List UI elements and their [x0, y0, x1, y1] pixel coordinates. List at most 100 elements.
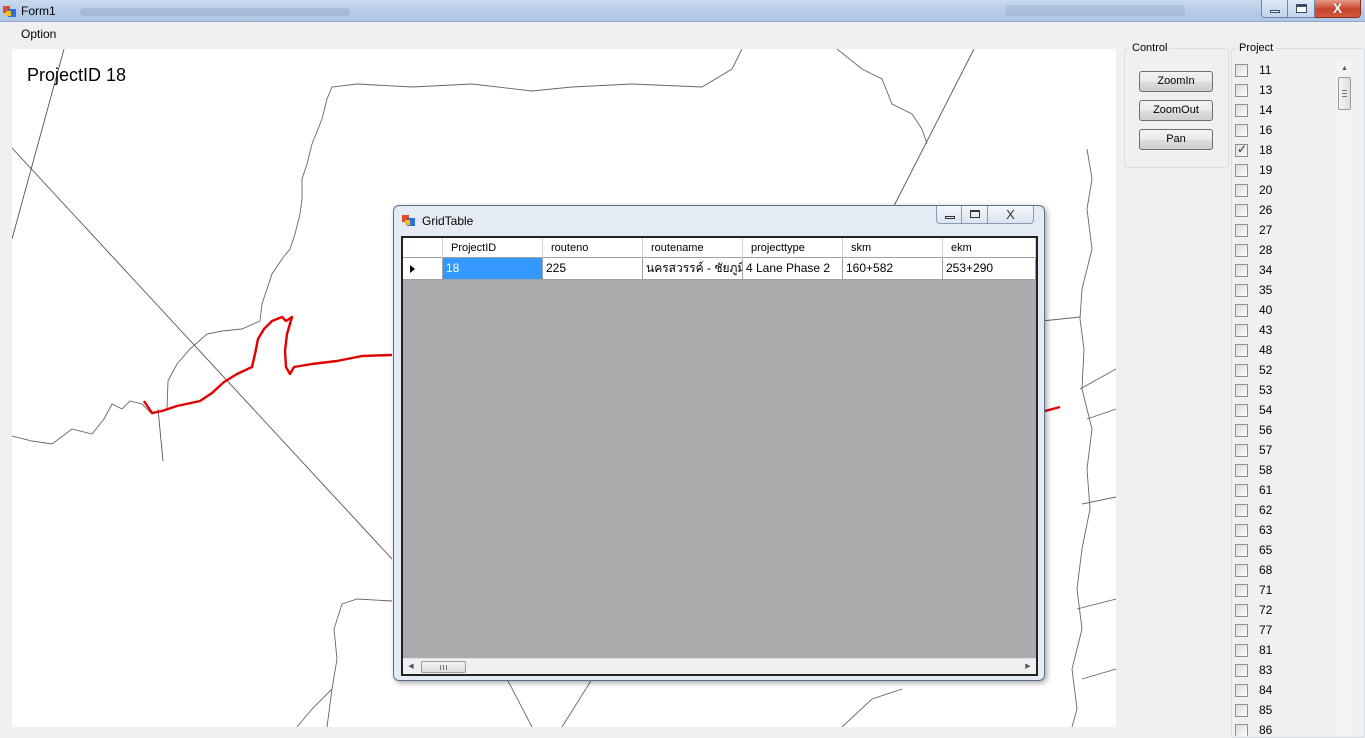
data-grid[interactable]: ProjectID routeno routename projecttype skm e… [401, 236, 1038, 676]
column-header-projecttype[interactable]: projecttype [743, 238, 843, 258]
row-selector-arrow-icon[interactable] [403, 258, 443, 279]
project-checkbox[interactable] [1235, 363, 1248, 377]
scroll-left-icon[interactable]: ◀ [403, 659, 419, 674]
project-checkbox[interactable] [1235, 543, 1248, 557]
project-item-43[interactable]: 43 [1235, 322, 1272, 338]
project-item-65[interactable]: 65 [1235, 542, 1272, 558]
cell-projectid[interactable]: 18 [443, 258, 543, 279]
cell-routename[interactable]: นครสวรรค์ - ชัยภูมิ [643, 258, 743, 279]
cell-skm[interactable]: 160+582 [843, 258, 943, 279]
project-checkbox[interactable] [1235, 423, 1248, 437]
minimize-button[interactable] [1261, 0, 1288, 18]
project-checkbox[interactable] [1235, 603, 1248, 617]
project-checkbox[interactable] [1235, 443, 1248, 457]
project-item-71[interactable]: 71 [1235, 582, 1272, 598]
project-checkbox[interactable] [1235, 203, 1248, 217]
project-checkbox-list[interactable]: 11 13 14 16 18 19 20 26 27 28 34 35 40 43 48 52 53 54 56 57… [1233, 60, 1336, 736]
project-item-35[interactable]: 35 [1235, 282, 1272, 298]
project-item-40[interactable]: 40 [1235, 302, 1272, 318]
project-item-28[interactable]: 28 [1235, 242, 1272, 258]
gridtable-close-button[interactable]: X [988, 206, 1034, 224]
grid-horizontal-scrollbar[interactable]: ◀ ▶ [403, 658, 1036, 674]
project-checkbox[interactable] [1235, 383, 1248, 397]
project-checkbox[interactable] [1235, 83, 1248, 97]
gridtable-maximize-button[interactable] [962, 206, 988, 224]
project-checkbox[interactable] [1235, 523, 1248, 537]
project-item-83[interactable]: 83 [1235, 662, 1272, 678]
project-checkbox[interactable] [1235, 583, 1248, 597]
project-item-13[interactable]: 13 [1235, 82, 1272, 98]
project-item-62[interactable]: 62 [1235, 502, 1272, 518]
project-item-86[interactable]: 86 [1235, 722, 1272, 736]
cell-projecttype[interactable]: 4 Lane Phase 2 [743, 258, 843, 279]
column-header-projectid[interactable]: ProjectID [443, 238, 543, 258]
project-checkbox[interactable] [1235, 263, 1248, 277]
project-item-18[interactable]: 18 [1235, 142, 1272, 158]
pan-button[interactable]: Pan [1139, 129, 1213, 150]
project-item-58[interactable]: 58 [1235, 462, 1272, 478]
close-button[interactable]: X [1315, 0, 1361, 18]
column-header-ekm[interactable]: ekm [943, 238, 1036, 258]
scroll-up-icon[interactable]: ▲ [1336, 60, 1353, 77]
project-list-scrollbar[interactable]: ▲ [1336, 60, 1353, 736]
project-checkbox[interactable] [1235, 63, 1248, 77]
cell-ekm[interactable]: 253+290 [943, 258, 1036, 279]
project-checkbox[interactable] [1235, 403, 1248, 417]
project-checkbox[interactable] [1235, 183, 1248, 197]
maximize-button[interactable] [1288, 0, 1315, 18]
scroll-thumb[interactable] [421, 661, 466, 673]
project-checkbox[interactable] [1235, 343, 1248, 357]
zoomin-button[interactable]: ZoomIn [1139, 71, 1213, 92]
project-item-48[interactable]: 48 [1235, 342, 1272, 358]
project-checkbox[interactable] [1235, 163, 1248, 177]
project-checkbox[interactable] [1235, 303, 1248, 317]
project-checkbox[interactable] [1235, 283, 1248, 297]
project-item-54[interactable]: 54 [1235, 402, 1272, 418]
grid-corner-header[interactable] [403, 238, 443, 258]
project-checkbox[interactable] [1235, 563, 1248, 577]
column-header-skm[interactable]: skm [843, 238, 943, 258]
project-item-14[interactable]: 14 [1235, 102, 1272, 118]
project-checkbox[interactable] [1235, 323, 1248, 337]
project-checkbox[interactable] [1235, 503, 1248, 517]
project-item-27[interactable]: 27 [1235, 222, 1272, 238]
project-item-11[interactable]: 11 [1235, 62, 1271, 78]
project-checkbox[interactable] [1235, 623, 1248, 637]
project-checkbox[interactable] [1235, 123, 1248, 137]
project-item-68[interactable]: 68 [1235, 562, 1272, 578]
project-item-63[interactable]: 63 [1235, 522, 1272, 538]
project-item-81[interactable]: 81 [1235, 642, 1272, 658]
project-checkbox[interactable] [1235, 223, 1248, 237]
column-header-routeno[interactable]: routeno [543, 238, 643, 258]
project-item-56[interactable]: 56 [1235, 422, 1272, 438]
project-item-16[interactable]: 16 [1235, 122, 1272, 138]
project-checkbox[interactable] [1235, 663, 1248, 677]
project-item-84[interactable]: 84 [1235, 682, 1272, 698]
project-item-57[interactable]: 57 [1235, 442, 1272, 458]
project-checkbox[interactable] [1235, 463, 1248, 477]
project-item-77[interactable]: 77 [1235, 622, 1272, 638]
project-checkbox[interactable] [1235, 683, 1248, 697]
scroll-right-icon[interactable]: ▶ [1020, 659, 1036, 674]
project-item-52[interactable]: 52 [1235, 362, 1272, 378]
column-header-routename[interactable]: routename [643, 238, 743, 258]
zoomout-button[interactable]: ZoomOut [1139, 100, 1213, 121]
project-item-26[interactable]: 26 [1235, 202, 1272, 218]
project-checkbox[interactable] [1235, 703, 1248, 717]
project-item-20[interactable]: 20 [1235, 182, 1272, 198]
project-checkbox[interactable] [1235, 483, 1248, 497]
project-item-53[interactable]: 53 [1235, 382, 1272, 398]
project-checkbox[interactable] [1235, 643, 1248, 657]
project-item-34[interactable]: 34 [1235, 262, 1272, 278]
project-item-61[interactable]: 61 [1235, 482, 1272, 498]
project-item-85[interactable]: 85 [1235, 702, 1272, 718]
project-checkbox[interactable] [1235, 723, 1248, 736]
project-checkbox[interactable] [1235, 142, 1248, 157]
project-checkbox[interactable] [1235, 103, 1248, 117]
project-item-72[interactable]: 72 [1235, 602, 1272, 618]
gridtable-minimize-button[interactable] [936, 206, 962, 224]
menu-option[interactable]: Option [21, 27, 56, 41]
table-row[interactable]: 18 225 นครสวรรค์ - ชัยภูมิ 4 Lane Phase 2 16… [403, 258, 1036, 280]
project-item-19[interactable]: 19 [1235, 162, 1272, 178]
project-checkbox[interactable] [1235, 243, 1248, 257]
